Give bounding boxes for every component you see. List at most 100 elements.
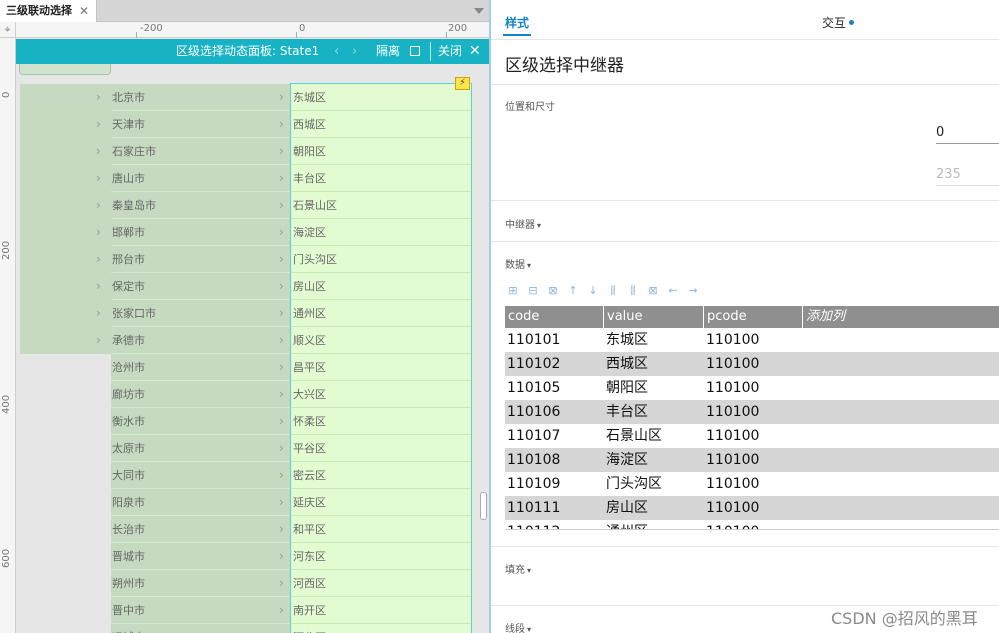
chevron-right-icon[interactable]: › xyxy=(279,462,284,489)
table-row[interactable]: 110106 丰台区 110100 xyxy=(505,400,999,424)
table-cell[interactable]: 110109 xyxy=(505,472,604,496)
chevron-right-icon[interactable]: › xyxy=(279,354,284,381)
city-item[interactable]: 秦皇岛市 › xyxy=(111,192,290,219)
table-row[interactable]: 110109 门头沟区 110100 xyxy=(505,472,999,496)
table-cell[interactable]: 110100 xyxy=(704,520,803,529)
district-item[interactable]: 河北区 xyxy=(291,624,471,633)
city-item[interactable]: 太原市 › xyxy=(111,435,290,462)
chevron-down-icon[interactable] xyxy=(474,8,484,14)
delete-col-icon[interactable]: ⊠ xyxy=(645,283,661,299)
add-column-header[interactable]: 添加列 xyxy=(803,306,999,328)
chevron-right-icon[interactable]: › xyxy=(352,39,357,64)
chevron-right-icon[interactable]: › xyxy=(96,165,101,192)
isolate-icon[interactable] xyxy=(410,46,420,56)
district-item[interactable]: 通州区 xyxy=(291,300,471,327)
district-item[interactable]: 延庆区 xyxy=(291,489,471,516)
close-icon[interactable]: ✕ xyxy=(79,0,89,22)
chevron-right-icon[interactable]: › xyxy=(96,138,101,165)
chevron-right-icon[interactable]: › xyxy=(96,300,101,327)
table-cell[interactable]: 房山区 xyxy=(604,496,704,520)
chevron-right-icon[interactable]: › xyxy=(96,246,101,273)
table-row[interactable]: 110111 房山区 110100 xyxy=(505,496,999,520)
district-item[interactable]: 河东区 xyxy=(291,543,471,570)
city-item[interactable]: 邯郸市 › xyxy=(111,219,290,246)
chevron-right-icon[interactable]: › xyxy=(279,408,284,435)
vertical-scrollbar[interactable] xyxy=(480,492,487,520)
city-item[interactable]: 衡水市 › xyxy=(111,408,290,435)
chevron-right-icon[interactable]: › xyxy=(279,111,284,138)
chevron-right-icon[interactable]: › xyxy=(279,381,284,408)
close-panel-button[interactable]: 关闭 xyxy=(438,39,462,64)
table-cell[interactable]: 110111 xyxy=(505,496,604,520)
move-right-icon[interactable]: → xyxy=(685,283,701,299)
chevron-right-icon[interactable]: › xyxy=(279,435,284,462)
city-item[interactable]: 邢台市 › xyxy=(111,246,290,273)
width-input[interactable] xyxy=(936,164,999,186)
table-cell[interactable]: 110100 xyxy=(704,328,803,352)
design-canvas[interactable]: ⚡ › › › › › › › › › › 北京市 › 天津市 › 石家庄市 › 唐山市 › 秦皇岛市 › 邯郸市 › 邢台… xyxy=(16,64,490,633)
table-cell[interactable]: 110106 xyxy=(505,400,604,424)
table-cell[interactable]: 110102 xyxy=(505,352,604,376)
city-item[interactable]: 晋中市 › xyxy=(111,597,290,624)
chevron-right-icon[interactable]: › xyxy=(279,597,284,624)
delete-row-icon[interactable]: ⊟ xyxy=(525,283,541,299)
chevron-right-icon[interactable]: › xyxy=(279,570,284,597)
chevron-right-icon[interactable]: › xyxy=(279,138,284,165)
dropdown-widget[interactable] xyxy=(19,64,111,75)
chevron-right-icon[interactable]: › xyxy=(279,300,284,327)
district-item[interactable]: 西城区 xyxy=(291,111,471,138)
district-item[interactable]: 朝阳区 xyxy=(291,138,471,165)
table-row[interactable]: 110107 石景山区 110100 xyxy=(505,424,999,448)
table-cell[interactable]: 110100 xyxy=(704,496,803,520)
chevron-right-icon[interactable]: › xyxy=(96,111,101,138)
chevron-right-icon[interactable]: › xyxy=(279,516,284,543)
district-item[interactable]: 大兴区 xyxy=(291,381,471,408)
city-item[interactable]: 张家口市 › xyxy=(111,300,290,327)
table-cell[interactable]: 东城区 xyxy=(604,328,704,352)
city-item[interactable]: 朔州市 › xyxy=(111,570,290,597)
x-position-input[interactable] xyxy=(936,122,999,144)
tab-style[interactable]: 样式 xyxy=(505,14,529,31)
district-item[interactable]: 石景山区 xyxy=(291,192,471,219)
section-label-border[interactable]: 线段 ▾ xyxy=(505,620,531,633)
table-cell[interactable]: 110107 xyxy=(505,424,604,448)
city-item[interactable]: 晋城市 › xyxy=(111,543,290,570)
table-row[interactable]: 110101 东城区 110100 xyxy=(505,328,999,352)
chevron-right-icon[interactable]: › xyxy=(96,192,101,219)
chevron-right-icon[interactable]: › xyxy=(279,327,284,354)
section-label-data[interactable]: 数据 ▾ xyxy=(505,256,531,271)
district-item[interactable]: 海淀区 xyxy=(291,219,471,246)
insert-row-icon[interactable]: ⊞ xyxy=(505,283,521,299)
chevron-right-icon[interactable]: › xyxy=(279,273,284,300)
chevron-right-icon[interactable]: › xyxy=(279,246,284,273)
district-item[interactable]: 南开区 xyxy=(291,597,471,624)
move-up-icon[interactable]: ↑ xyxy=(565,283,581,299)
city-item[interactable]: 天津市 › xyxy=(111,111,290,138)
district-item[interactable]: 门头沟区 xyxy=(291,246,471,273)
isolate-button[interactable]: 隔离 xyxy=(376,39,400,64)
city-item[interactable]: 承德市 › xyxy=(111,327,290,354)
insert-right-col-icon[interactable]: ⫼ xyxy=(625,283,641,299)
chevron-right-icon[interactable]: › xyxy=(279,489,284,516)
city-item[interactable]: 沧州市 › xyxy=(111,354,290,381)
widget-name[interactable]: 区级选择中继器 xyxy=(505,51,624,76)
city-item[interactable]: 唐山市 › xyxy=(111,165,290,192)
district-item[interactable]: 怀柔区 xyxy=(291,408,471,435)
section-label-repeater[interactable]: 中继器 ▾ xyxy=(505,216,541,231)
city-item[interactable]: 石家庄市 › xyxy=(111,138,290,165)
table-cell[interactable]: 石景山区 xyxy=(604,424,704,448)
chevron-left-icon[interactable]: ‹ xyxy=(334,39,339,64)
city-item[interactable]: 廊坊市 › xyxy=(111,381,290,408)
city-item[interactable]: 北京市 › xyxy=(111,84,290,111)
insert-left-col-icon[interactable]: ⫼ xyxy=(605,283,621,299)
table-cell[interactable]: 西城区 xyxy=(604,352,704,376)
city-item[interactable]: 保定市 › xyxy=(111,273,290,300)
table-cell[interactable]: 110100 xyxy=(704,448,803,472)
table-cell[interactable]: 110100 xyxy=(704,376,803,400)
document-tab[interactable]: 三级联动选择 ✕ xyxy=(0,0,97,23)
chevron-right-icon[interactable]: › xyxy=(96,84,101,111)
chevron-right-icon[interactable]: › xyxy=(279,543,284,570)
chevron-right-icon[interactable]: › xyxy=(96,219,101,246)
table-row[interactable]: 110112通州区110100 xyxy=(505,520,999,529)
district-item[interactable]: 和平区 xyxy=(291,516,471,543)
